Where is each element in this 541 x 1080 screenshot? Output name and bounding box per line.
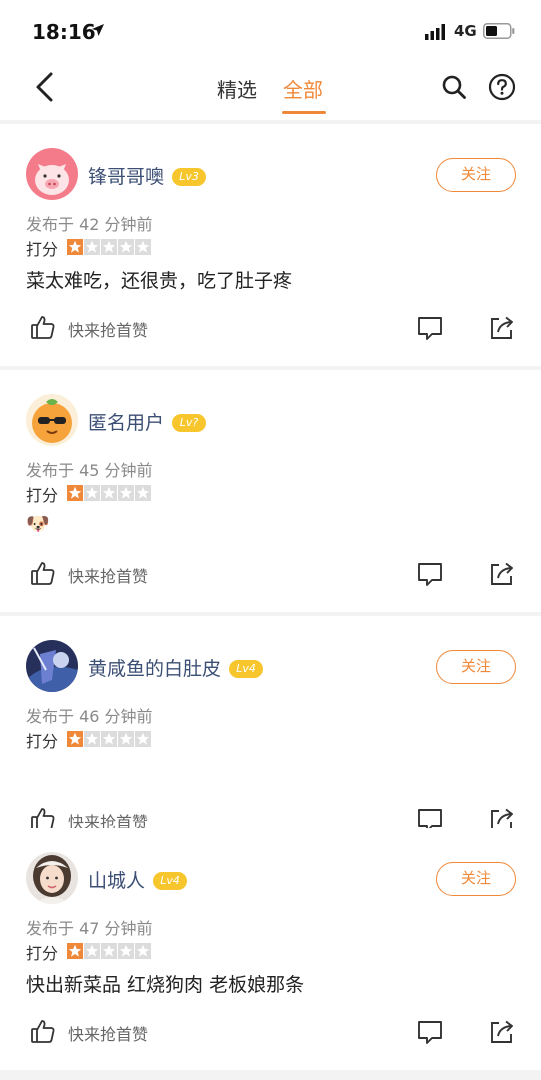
- rating-label: 打分: [26, 240, 59, 259]
- star-rating: [67, 731, 151, 747]
- star-empty-icon: [135, 485, 151, 501]
- review-text: 菜太难吃，还很贵，吃了肚子疼: [26, 270, 293, 292]
- thumbs-up-icon[interactable]: [30, 560, 56, 586]
- rating-label: 打分: [26, 732, 59, 751]
- status-time: 18:16: [32, 20, 96, 44]
- username[interactable]: 匿名用户 Lv?: [88, 408, 207, 435]
- post-time: 发布于 46 分钟前: [26, 707, 153, 726]
- star-filled-icon: [67, 943, 83, 959]
- location-arrow-icon: [92, 24, 104, 36]
- post-time: 发布于 47 分钟前: [26, 919, 153, 938]
- tab-featured[interactable]: 精选: [217, 74, 257, 103]
- star-empty-icon: [135, 731, 151, 747]
- avatar[interactable]: [26, 148, 78, 200]
- status-bar: 18:16 4G: [0, 0, 541, 60]
- username[interactable]: 锋哥哥噢 Lv3: [88, 162, 207, 189]
- post-time: 发布于 45 分钟前: [26, 461, 153, 480]
- review-text: 快出新菜品 红烧狗肉 老板娘那条: [26, 974, 305, 996]
- star-empty-icon: [135, 239, 151, 255]
- nav-bar: 精选 全部: [0, 60, 541, 120]
- avatar[interactable]: [26, 394, 78, 446]
- level-badge: Lv?: [172, 414, 207, 432]
- star-empty-icon: [84, 731, 100, 747]
- star-filled-icon: [67, 239, 83, 255]
- star-empty-icon: [101, 239, 117, 255]
- star-empty-icon: [118, 485, 134, 501]
- level-badge: Lv3: [172, 168, 207, 186]
- username[interactable]: 山城人 Lv4: [88, 866, 188, 893]
- post-time: 发布于 42 分钟前: [26, 215, 153, 234]
- share-icon[interactable]: [489, 560, 515, 586]
- help-icon[interactable]: [488, 73, 516, 101]
- review-card: 锋哥哥噢 Lv3 关注 发布于 42 分钟前 打分 菜太难吃，还很贵，吃了肚子疼 …: [0, 124, 541, 366]
- review-card: 匿名用户 Lv? 发布于 45 分钟前 打分 🐶 快来抢首赞: [0, 370, 541, 612]
- thumbs-up-icon[interactable]: [30, 1018, 56, 1044]
- like-label[interactable]: 快来抢首赞: [68, 1021, 148, 1045]
- search-icon[interactable]: [441, 74, 467, 100]
- like-label[interactable]: 快来抢首赞: [68, 317, 148, 341]
- username[interactable]: 黄咸鱼的白肚皮 Lv4: [88, 654, 264, 681]
- comment-icon[interactable]: [417, 561, 443, 587]
- star-empty-icon: [118, 943, 134, 959]
- star-empty-icon: [101, 943, 117, 959]
- follow-button[interactable]: 关注: [436, 650, 516, 684]
- star-rating: [67, 485, 151, 501]
- star-filled-icon: [67, 731, 83, 747]
- star-empty-icon: [84, 239, 100, 255]
- follow-button[interactable]: 关注: [436, 862, 516, 896]
- back-arrow-icon[interactable]: [30, 70, 60, 104]
- battery-icon: [483, 23, 515, 39]
- star-empty-icon: [135, 943, 151, 959]
- comment-icon[interactable]: [417, 1019, 443, 1045]
- comment-icon[interactable]: [417, 315, 443, 341]
- network-type: 4G: [454, 22, 477, 40]
- level-badge: Lv4: [153, 872, 188, 890]
- rating-label: 打分: [26, 944, 59, 963]
- star-filled-icon: [67, 485, 83, 501]
- star-empty-icon: [84, 943, 100, 959]
- active-tab-indicator: [282, 111, 326, 114]
- star-rating: [67, 943, 151, 959]
- star-empty-icon: [118, 731, 134, 747]
- share-icon[interactable]: [489, 1018, 515, 1044]
- avatar[interactable]: [26, 640, 78, 692]
- follow-button[interactable]: 关注: [436, 158, 516, 192]
- rating-label: 打分: [26, 486, 59, 505]
- level-badge: Lv4: [229, 660, 264, 678]
- avatar[interactable]: [26, 852, 78, 904]
- star-empty-icon: [118, 239, 134, 255]
- review-card: 山城人 Lv4 关注 发布于 47 分钟前 打分 快出新菜品 红烧狗肉 老板娘那条…: [0, 828, 541, 1070]
- star-rating: [67, 239, 151, 255]
- like-label[interactable]: 快来抢首赞: [68, 563, 148, 587]
- thumbs-up-icon[interactable]: [30, 314, 56, 340]
- star-empty-icon: [101, 485, 117, 501]
- review-text: 🐶: [26, 513, 50, 535]
- signal-icon: [425, 24, 445, 40]
- share-icon[interactable]: [489, 314, 515, 340]
- star-empty-icon: [101, 731, 117, 747]
- star-empty-icon: [84, 485, 100, 501]
- tab-all[interactable]: 全部: [283, 74, 323, 103]
- review-card: 黄咸鱼的白肚皮 Lv4 关注 发布于 46 分钟前 打分 快来抢首赞: [0, 616, 541, 858]
